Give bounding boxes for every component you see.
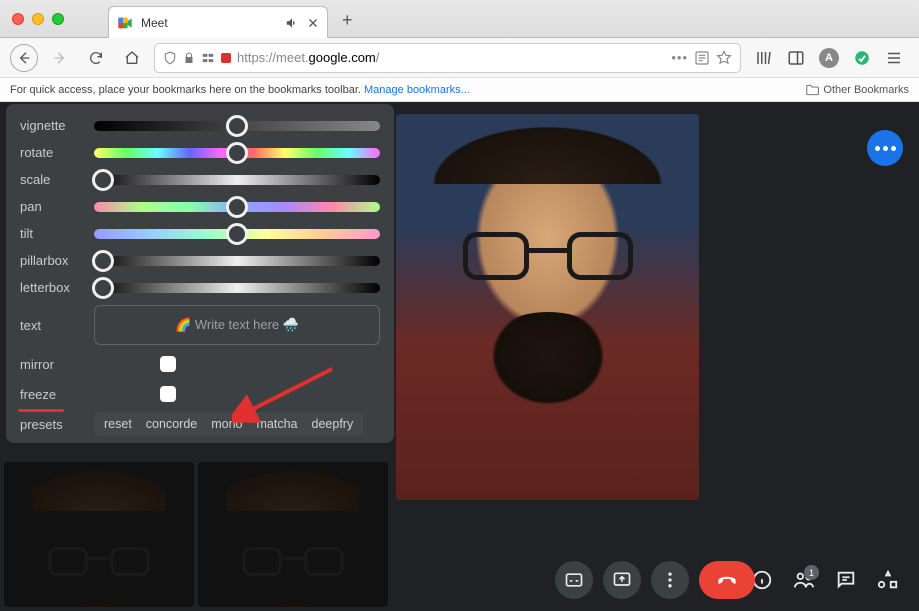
mirror-checkbox[interactable] bbox=[160, 356, 176, 372]
forward-button[interactable] bbox=[46, 44, 74, 72]
camera-indicator-icon bbox=[221, 53, 231, 63]
manage-bookmarks-link[interactable]: Manage bookmarks... bbox=[364, 84, 470, 96]
reader-mode-icon[interactable] bbox=[694, 50, 710, 66]
pillarbox-label: pillarbox bbox=[20, 253, 84, 268]
text-label: text bbox=[20, 318, 84, 333]
participant-count-badge: 1 bbox=[804, 565, 819, 580]
tab-audio-icon[interactable] bbox=[285, 16, 299, 30]
pillarbox-slider[interactable] bbox=[94, 256, 380, 266]
preset-deepfry[interactable]: deepfry bbox=[312, 417, 354, 431]
preset-mono[interactable]: mono bbox=[211, 417, 242, 431]
preset-matcha[interactable]: matcha bbox=[257, 417, 298, 431]
thumbnail-tile[interactable] bbox=[4, 462, 194, 607]
maximize-window-button[interactable] bbox=[52, 13, 64, 25]
new-tab-button[interactable]: + bbox=[342, 10, 353, 31]
slider-row-rotate: rotate bbox=[20, 139, 380, 166]
url-text: https://meet.google.com/ bbox=[237, 50, 665, 65]
extension-icon[interactable] bbox=[853, 49, 871, 67]
right-controls: 1 bbox=[751, 569, 913, 591]
permissions-icon bbox=[201, 51, 215, 65]
folder-icon bbox=[805, 83, 819, 97]
bookmark-star-icon[interactable] bbox=[716, 50, 732, 66]
text-row: text 🌈 Write text here 🌧️ bbox=[20, 301, 380, 349]
tilt-label: tilt bbox=[20, 226, 84, 241]
mirror-label: mirror bbox=[20, 357, 84, 372]
activities-button[interactable] bbox=[877, 569, 899, 591]
main-video-tile[interactable] bbox=[396, 114, 699, 500]
participant-thumbnails bbox=[4, 462, 388, 607]
meet-content: vignette rotate scale pan tilt pillarbox… bbox=[0, 102, 919, 611]
center-controls bbox=[555, 561, 755, 599]
rotate-slider[interactable] bbox=[94, 148, 380, 158]
presets-label: presets bbox=[20, 417, 84, 432]
back-button[interactable] bbox=[10, 44, 38, 72]
page-actions-icon[interactable]: ••• bbox=[671, 50, 688, 65]
meet-favicon-icon bbox=[117, 15, 133, 31]
captions-button[interactable] bbox=[555, 561, 593, 599]
slider-row-pan: pan bbox=[20, 193, 380, 220]
letterbox-slider[interactable] bbox=[94, 283, 380, 293]
annotation-underline bbox=[18, 409, 64, 412]
shield-icon bbox=[163, 51, 177, 65]
tab-close-button[interactable] bbox=[307, 17, 319, 29]
pan-slider[interactable] bbox=[94, 202, 380, 212]
letterbox-label: letterbox bbox=[20, 280, 84, 295]
slider-row-letterbox: letterbox bbox=[20, 274, 380, 301]
people-button[interactable]: 1 bbox=[793, 569, 815, 591]
close-window-button[interactable] bbox=[12, 13, 24, 25]
sidebar-icon[interactable] bbox=[787, 49, 805, 67]
present-button[interactable] bbox=[603, 561, 641, 599]
minimize-window-button[interactable] bbox=[32, 13, 44, 25]
bookmarks-hint: For quick access, place your bookmarks h… bbox=[10, 84, 470, 96]
browser-tab[interactable]: Meet bbox=[108, 6, 328, 38]
slider-row-vignette: vignette bbox=[20, 112, 380, 139]
other-bookmarks-folder[interactable]: Other Bookmarks bbox=[805, 83, 909, 97]
bookmarks-bar: For quick access, place your bookmarks h… bbox=[0, 78, 919, 102]
account-icon[interactable]: A bbox=[819, 48, 839, 68]
menu-button[interactable] bbox=[885, 49, 903, 67]
rotate-label: rotate bbox=[20, 145, 84, 160]
url-bar[interactable]: https://meet.google.com/ ••• bbox=[154, 43, 741, 73]
tilt-slider[interactable] bbox=[94, 229, 380, 239]
thumbnail-tile[interactable] bbox=[198, 462, 388, 607]
freeze-checkbox[interactable] bbox=[160, 386, 176, 402]
vignette-slider[interactable] bbox=[94, 121, 380, 131]
hangup-button[interactable] bbox=[699, 561, 755, 599]
scale-slider[interactable] bbox=[94, 175, 380, 185]
window-titlebar: Meet + bbox=[0, 0, 919, 38]
home-button[interactable] bbox=[118, 44, 146, 72]
library-icon[interactable] bbox=[755, 49, 773, 67]
meet-bottom-bar: 1 bbox=[396, 557, 913, 603]
more-options-fab[interactable] bbox=[867, 130, 903, 166]
slider-row-pillarbox: pillarbox bbox=[20, 247, 380, 274]
reload-button[interactable] bbox=[82, 44, 110, 72]
freeze-row: freeze bbox=[20, 379, 380, 409]
window-controls bbox=[0, 13, 76, 25]
tab-title: Meet bbox=[141, 16, 277, 30]
presets-row: presets reset concorde mono matcha deepf… bbox=[20, 411, 380, 437]
lock-icon bbox=[183, 52, 195, 64]
slider-row-tilt: tilt bbox=[20, 220, 380, 247]
browser-toolbar: https://meet.google.com/ ••• A bbox=[0, 38, 919, 78]
freeze-label: freeze bbox=[20, 387, 84, 402]
vignette-label: vignette bbox=[20, 118, 84, 133]
mirror-row: mirror bbox=[20, 349, 380, 379]
toolbar-right-icons: A bbox=[749, 48, 909, 68]
preset-reset[interactable]: reset bbox=[104, 417, 132, 431]
chat-button[interactable] bbox=[835, 569, 857, 591]
slider-row-scale: scale bbox=[20, 166, 380, 193]
preset-concorde[interactable]: concorde bbox=[146, 417, 197, 431]
overlay-text-input[interactable]: 🌈 Write text here 🌧️ bbox=[94, 305, 380, 345]
pan-label: pan bbox=[20, 199, 84, 214]
more-button[interactable] bbox=[651, 561, 689, 599]
effects-panel: vignette rotate scale pan tilt pillarbox… bbox=[6, 104, 394, 443]
scale-label: scale bbox=[20, 172, 84, 187]
